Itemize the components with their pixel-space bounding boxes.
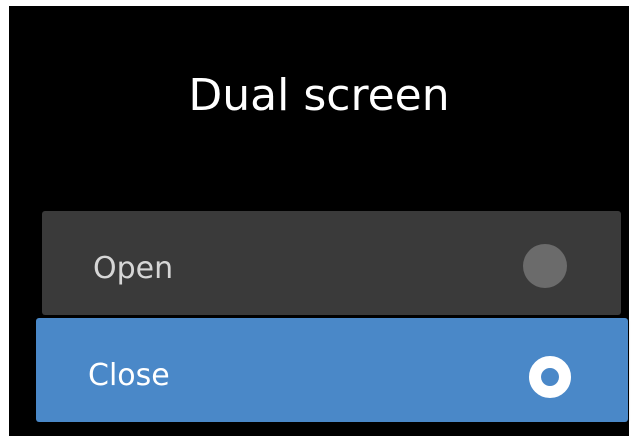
option-close-label: Close: [88, 358, 170, 393]
option-open[interactable]: Open: [42, 211, 621, 315]
radio-unselected-icon[interactable]: [523, 244, 567, 288]
dialog-title: Dual screen: [188, 70, 450, 121]
dual-screen-dialog: Dual screen Open Close: [9, 6, 629, 436]
radio-selected-icon[interactable]: [529, 356, 571, 398]
option-open-label: Open: [93, 251, 174, 286]
option-close[interactable]: Close: [36, 318, 628, 422]
